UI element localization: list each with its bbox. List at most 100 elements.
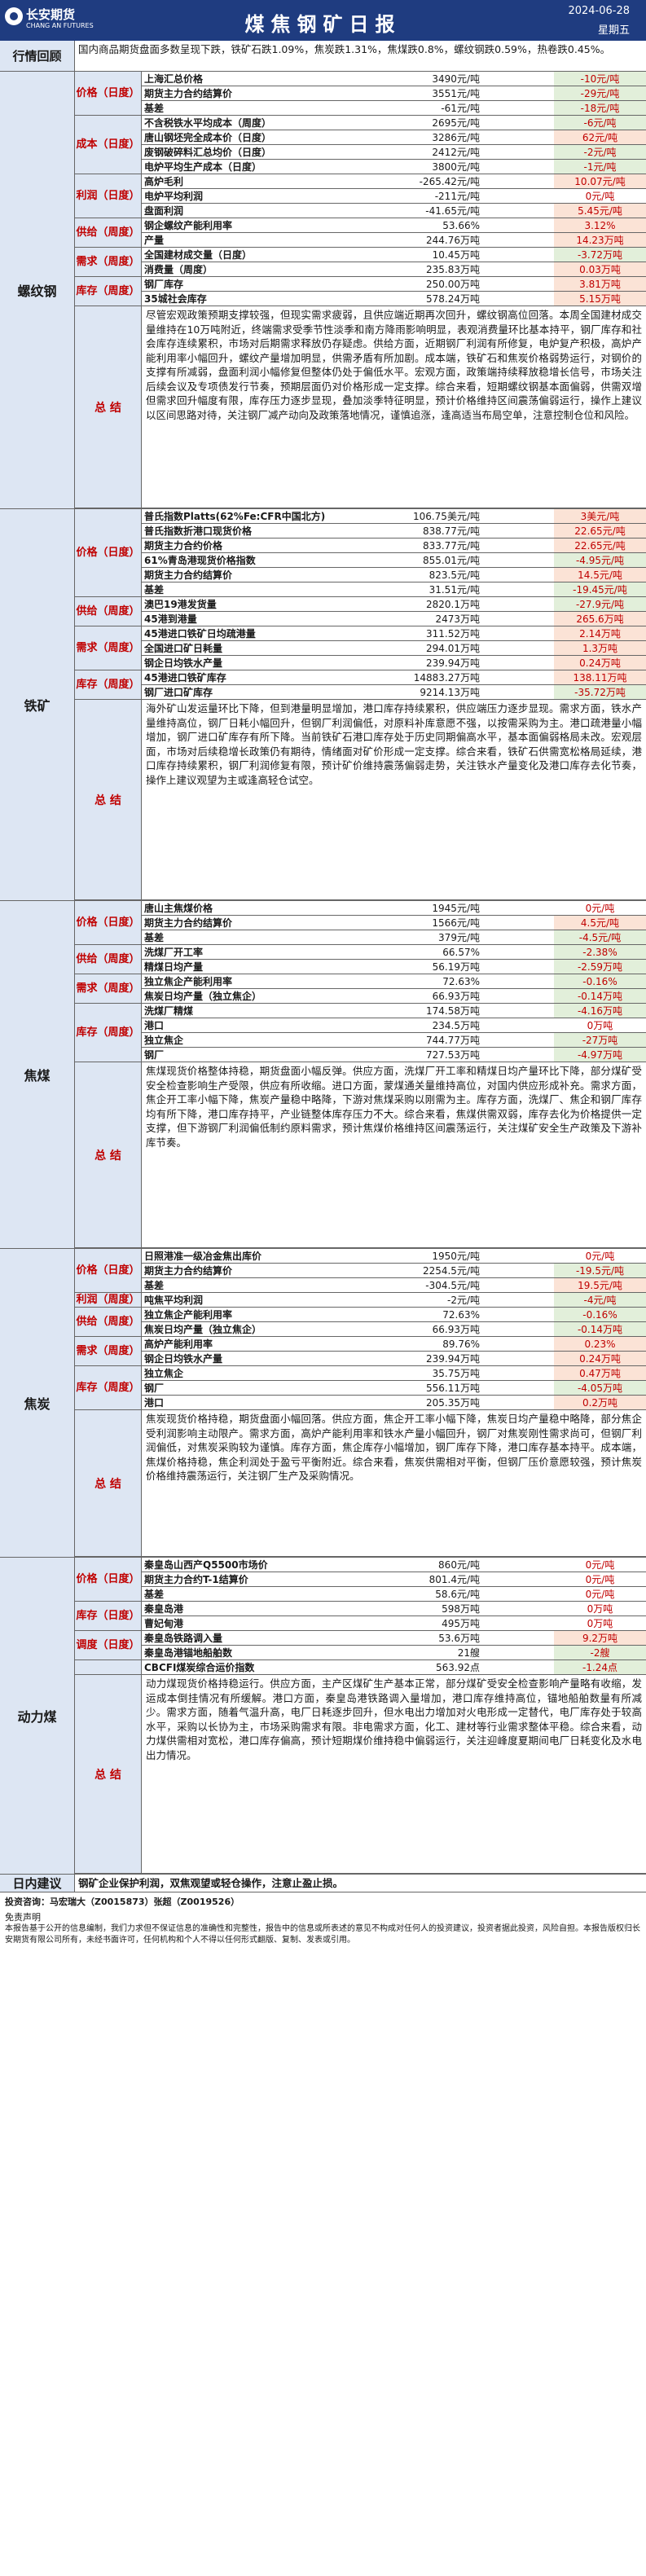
metric-name: 独立焦企产能利用率	[144, 976, 233, 987]
metric-row: 高炉毛利 -265.42元/吨 10.07元/吨	[142, 174, 646, 189]
metric-row: 电炉平均利润 -211元/吨 0元/吨	[142, 189, 646, 204]
intraday-advice-row: 日内建议 钢矿企业保护利润，双焦观望或轻仓操作，注意止盈止损。	[0, 1875, 646, 1892]
metric-name: 洗煤厂开工率	[144, 947, 204, 958]
metric-name: 钢企日均铁水产量	[144, 1353, 223, 1365]
metric-value: 31.51元/吨	[428, 584, 480, 596]
metric-value: 239.94万吨	[426, 1353, 480, 1365]
metric-row: 基差 379元/吨 -4.5元/吨	[142, 930, 646, 945]
metric-row: 消费量（周度） 235.83万吨 0.03万吨	[142, 262, 646, 277]
metric-name: 盘面利润	[144, 205, 184, 217]
metric-value: 838.77元/吨	[422, 525, 480, 537]
metric-change: -2元/吨	[554, 145, 646, 159]
metric-group: 供给（周度） 独立焦企产能利用率 72.63% -0.16% 焦炭日均产量（独立焦企） 6…	[75, 1308, 646, 1337]
metric-row: 钢厂 727.53万吨 -4.97万吨	[142, 1048, 646, 1062]
metric-value: 10.45万吨	[432, 249, 480, 261]
metric-change: 0.2万吨	[554, 1396, 646, 1409]
metric-name: 期货主力合约结算价	[144, 88, 233, 99]
metric-value: 53.6万吨	[438, 1633, 480, 1644]
metric-value: 3286元/吨	[432, 132, 480, 143]
metric-value: 2473万吨	[435, 613, 480, 625]
metric-row: 45港进口铁矿日均疏港量 311.52万吨 2.14万吨	[142, 626, 646, 641]
metric-row: 期货主力合约结算价 2254.5元/吨 -19.5元/吨	[142, 1264, 646, 1278]
metric-name: 期货主力合约T-1结算价	[144, 1574, 248, 1585]
metric-value: 833.77元/吨	[422, 540, 480, 552]
metric-change: -2.38%	[554, 945, 646, 959]
section-body: 价格（日度） 秦皇岛山西产Q5500市场价 860元/吨 0元/吨 期货主力合约T-1结…	[75, 1558, 646, 1874]
metric-name: 期货主力合约结算价	[144, 569, 233, 581]
metric-name: 钢厂进口矿库存	[144, 687, 213, 698]
group-label: 利润（周度）	[75, 1293, 142, 1308]
metric-value: 860元/吨	[438, 1559, 480, 1571]
group-label: 供给（周度）	[75, 218, 142, 248]
metric-name: 35城社会库存	[144, 293, 207, 305]
metric-value: -2元/吨	[446, 1295, 480, 1306]
metric-row: 45港到港量 2473万吨 265.6万吨	[142, 612, 646, 626]
section-1: 铁矿 价格（日度） 普氏指数Platts(62%Fe:CFR中国北方) 106.75美…	[0, 509, 646, 901]
summary-label: 总 结	[75, 306, 142, 508]
metric-change: 10.07元/吨	[554, 174, 646, 188]
summary-text: 焦炭现货价格持稳，期货盘面小幅回落。供应方面，焦企开工率小幅下降，焦炭日均产量稳…	[146, 1413, 642, 1482]
metric-value: 66.57%	[442, 946, 480, 958]
group-label: 库存（周度）	[75, 277, 142, 306]
metric-change: -0.14万吨	[554, 1322, 646, 1336]
metric-name: 废钢破碎料汇总均价（日度）	[144, 147, 272, 158]
metric-value: 58.6元/吨	[435, 1589, 480, 1600]
metric-name: 秦皇岛港	[144, 1603, 184, 1615]
metric-value: 294.01万吨	[426, 643, 480, 654]
summary-row: 总 结焦炭现货价格持稳，期货盘面小幅回落。供应方面，焦企开工率小幅下降，焦炭日均…	[75, 1410, 646, 1557]
metric-change: 19.5元/吨	[554, 1278, 646, 1292]
metric-row: 独立焦企产能利用率 72.63% -0.16%	[142, 1308, 646, 1322]
metric-name: 唐山钢坯完全成本价（日度）	[144, 132, 272, 143]
metric-name: 秦皇岛山西产Q5500市场价	[144, 1559, 268, 1571]
metric-value: 1950元/吨	[432, 1251, 480, 1262]
metric-change: 3.81万吨	[554, 277, 646, 291]
metric-row: 普氏指数Platts(62%Fe:CFR中国北方) 106.75美元/吨 3美元/吨	[142, 509, 646, 524]
metric-name: 45港进口铁矿库存	[144, 672, 226, 684]
metric-group: 库存（周度） 独立焦企 35.75万吨 0.47万吨 钢厂 556.11万吨 -4.05万吨…	[75, 1366, 646, 1410]
group-label: 需求（周度）	[75, 974, 142, 1004]
metric-value: 244.76万吨	[426, 235, 480, 246]
metric-value: 56.19万吨	[432, 961, 480, 973]
metric-change: -4.97万吨	[554, 1048, 646, 1062]
metric-change: 0万吨	[587, 1020, 613, 1031]
metric-value: 801.4元/吨	[428, 1574, 480, 1585]
metric-change: -1.24点	[554, 1660, 646, 1674]
metric-row: 钢企日均铁水产量 239.94万吨 0.24万吨	[142, 1352, 646, 1366]
metric-name: 期货主力合约价格	[144, 540, 223, 552]
section-body: 价格（日度） 普氏指数Platts(62%Fe:CFR中国北方) 106.75美元/…	[75, 509, 646, 900]
report-title: 煤焦钢矿日报	[244, 13, 402, 36]
metric-name: 秦皇岛铁路调入量	[144, 1633, 223, 1644]
metric-value: 72.63%	[442, 975, 480, 987]
group-label: 供给（周度）	[75, 1308, 142, 1337]
report-date: 2024-06-28	[568, 5, 630, 17]
group-label: 需求（周度）	[75, 1337, 142, 1366]
metric-row: 45港进口铁矿库存 14883.27万吨 138.11万吨	[142, 670, 646, 685]
metric-row: 期货主力合约结算价 823.5元/吨 14.5元/吨	[142, 568, 646, 582]
metric-group: 价格（日度） 上海汇总价格 3490元/吨 -10元/吨 期货主力合约结算价 3551元/…	[75, 72, 646, 116]
